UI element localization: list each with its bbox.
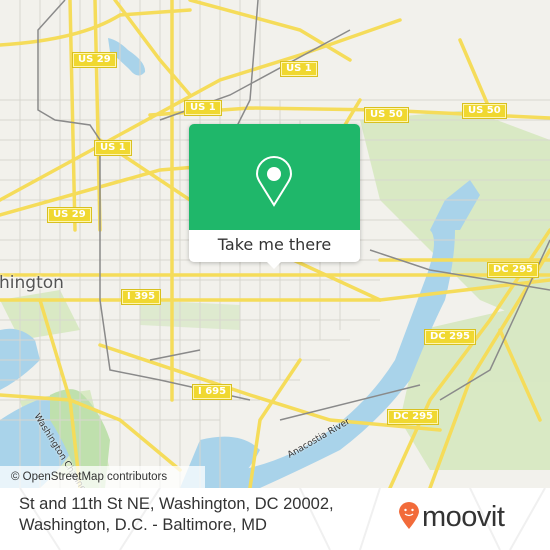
route-shield-dc295: DC 295 [424, 329, 476, 345]
route-shield-us1: US 1 [94, 140, 132, 156]
route-shield-us1: US 1 [280, 61, 318, 77]
city-label: hington [0, 273, 64, 293]
route-shield-us50: US 50 [462, 103, 507, 119]
route-shield-us50: US 50 [364, 107, 409, 123]
footer: St and 11th St NE, Washington, DC 20002,… [0, 488, 550, 550]
route-shield-us29: US 29 [72, 52, 117, 68]
map[interactable]: hington Washington Channel Anacostia Riv… [0, 0, 550, 488]
map-attribution[interactable]: © OpenStreetMap contributors [0, 466, 205, 488]
take-me-there-button[interactable]: Take me there [189, 230, 360, 262]
route-shield-dc295: DC 295 [387, 409, 439, 425]
route-shield-us1: US 1 [184, 100, 222, 116]
route-shield-dc295: DC 295 [487, 262, 539, 278]
route-shield-i395: I 395 [120, 289, 162, 305]
moovit-pin-icon [398, 500, 420, 534]
moovit-logo-text: moovit [422, 501, 505, 533]
destination-popup[interactable]: Take me there [189, 124, 360, 269]
address-line-1: St and 11th St NE, Washington, DC 20002, [19, 495, 334, 513]
popup-pointer [266, 261, 282, 269]
route-shield-i695: I 695 [191, 384, 233, 400]
address-text: St and 11th St NE, Washington, DC 20002,… [19, 494, 334, 536]
address-line-2: Washington, D.C. - Baltimore, MD [19, 516, 267, 534]
popup-header[interactable] [189, 124, 360, 230]
route-shield-us29: US 29 [47, 207, 92, 223]
moovit-logo[interactable]: moovit [398, 500, 505, 534]
